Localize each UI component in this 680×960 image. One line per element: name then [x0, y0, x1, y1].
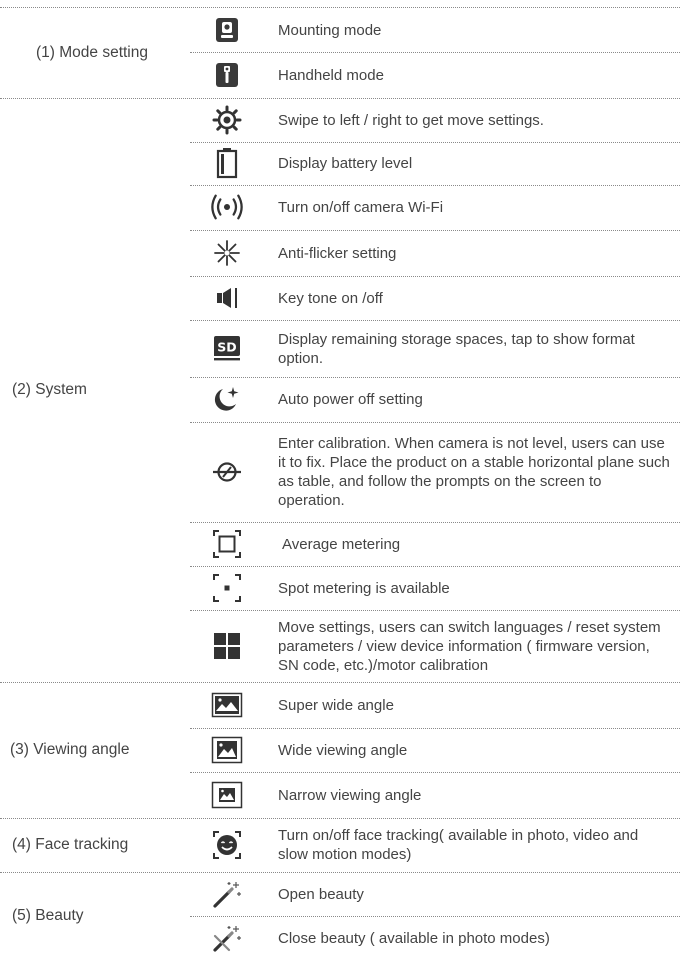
list-item: Open beauty: [190, 872, 680, 916]
moon-star-icon: [210, 383, 244, 415]
calibration-icon: [210, 456, 244, 488]
settings-gear-icon: [210, 104, 244, 136]
row-description: Move settings, users can switch language…: [278, 618, 661, 674]
row-description: Enter calibration. When camera is not le…: [278, 435, 670, 509]
anti-flicker-icon: [210, 237, 244, 269]
row-description: Spot metering is available: [278, 579, 450, 597]
row-description: Open beauty: [278, 885, 364, 903]
list-item: Close beauty ( available in photo modes): [190, 916, 680, 960]
row-description: Handheld mode: [278, 66, 384, 84]
row-description: Turn on/off face tracking( available in …: [278, 827, 639, 863]
super-wide-angle-icon: [210, 689, 244, 721]
row-description: Turn on/off camera Wi-Fi: [278, 199, 444, 216]
speaker-icon: [210, 282, 244, 314]
section-label-mode-setting: (1) Mode setting: [36, 44, 148, 61]
list-item: Move settings, users can switch language…: [190, 610, 680, 682]
handheld-mode-icon: [210, 59, 244, 91]
row-description: Display remaining storage spaces, tap to…: [278, 330, 635, 367]
list-item: Narrow viewing angle: [190, 772, 680, 818]
row-description: Auto power off setting: [278, 391, 423, 408]
section-label-viewing-angle: (3) Viewing angle: [10, 741, 130, 758]
row-description: Average metering: [282, 535, 401, 553]
list-item: Handheld mode: [190, 52, 680, 98]
list-item: Turn on/off camera Wi-Fi: [190, 185, 680, 230]
wifi-signal-icon: [210, 191, 244, 223]
wide-angle-icon: [210, 734, 244, 766]
spot-metering-icon: [210, 572, 244, 604]
narrow-angle-icon: [210, 779, 244, 811]
list-item: Display battery level: [190, 142, 680, 185]
list-item: Mounting mode: [190, 8, 680, 52]
row-description: Key tone on /off: [278, 289, 383, 307]
list-item: Auto power off setting: [190, 377, 680, 422]
row-description: Display battery level: [278, 155, 413, 172]
svg-text:SD: SD: [217, 340, 236, 355]
section-label-face-tracking: (4) Face tracking: [12, 836, 129, 853]
beauty-wand-off-icon: [210, 922, 244, 954]
section-label-beauty: (5) Beauty: [12, 907, 84, 924]
icon-legend-table: (1) Mode setting (2) System (3) Viewing …: [0, 0, 680, 960]
list-item: SD Display remaining storage spaces, tap…: [190, 320, 680, 377]
average-metering-icon: [210, 528, 244, 560]
row-description: Wide viewing angle: [278, 741, 408, 759]
mounting-mode-icon: [210, 14, 244, 46]
list-item: Super wide angle: [190, 682, 680, 728]
list-item: Turn on/off face tracking( available in …: [190, 818, 680, 872]
list-item: Key tone on /off: [190, 276, 680, 320]
sd-card-icon: SD: [210, 332, 244, 364]
row-description: Mounting mode: [278, 21, 382, 39]
grid-icon: [210, 630, 244, 662]
list-item: Swipe to left / right to get move settin…: [190, 98, 680, 142]
row-description: Super wide angle: [278, 696, 394, 714]
list-item: Anti-flicker setting: [190, 230, 680, 276]
section-label-system: (2) System: [12, 381, 87, 398]
list-item: Wide viewing angle: [190, 728, 680, 772]
row-description: Narrow viewing angle: [278, 786, 422, 804]
row-description: Swipe to left / right to get move settin…: [278, 111, 544, 129]
list-item: Enter calibration. When camera is not le…: [190, 422, 680, 522]
row-description: Anti-flicker setting: [278, 244, 397, 262]
list-item: Spot metering is available: [190, 566, 680, 610]
row-description: Close beauty ( available in photo modes): [278, 929, 550, 947]
face-tracking-icon: [210, 829, 244, 861]
battery-icon: [210, 146, 244, 180]
beauty-wand-icon: [210, 878, 244, 910]
list-item: Average metering: [190, 522, 680, 566]
